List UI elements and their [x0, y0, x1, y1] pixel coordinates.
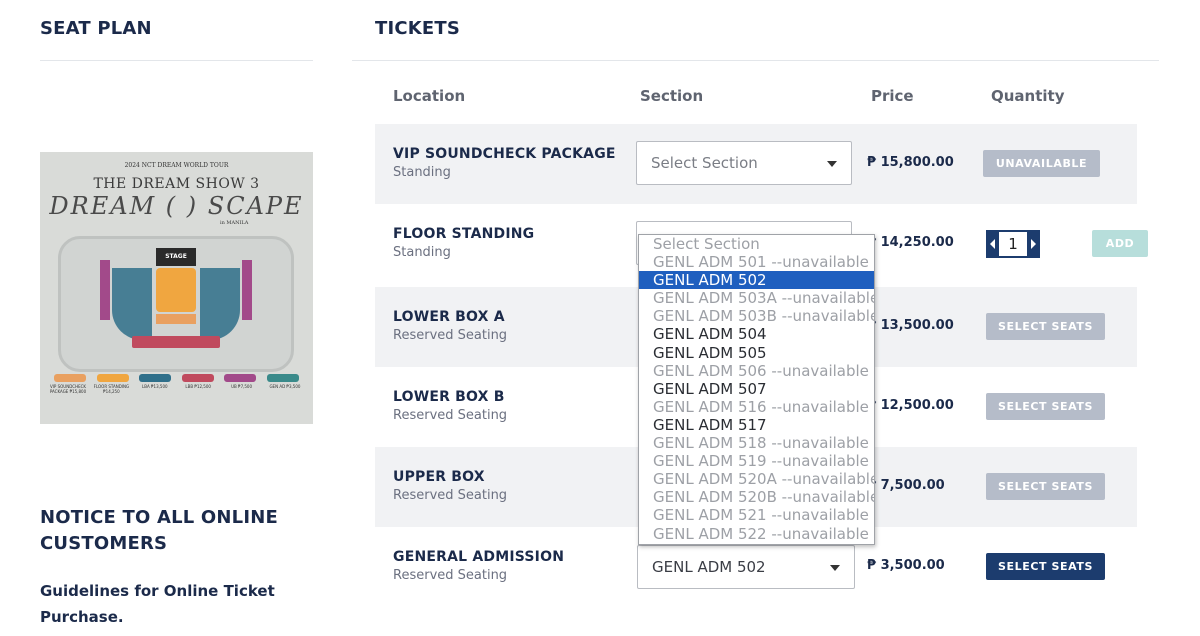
dropdown-option[interactable]: GENL ADM 504	[639, 325, 874, 343]
increment-arrow-icon[interactable]	[1027, 232, 1038, 256]
dropdown-option[interactable]: GENL ADM 520A --unavailable	[639, 470, 874, 488]
ticket-name: GENERAL ADMISSION	[393, 549, 565, 565]
dropdown-option[interactable]: GENL ADM 507	[639, 380, 874, 398]
legend-chip	[224, 374, 257, 382]
guidelines-link[interactable]: Guidelines for Online Ticket Purchase.	[40, 578, 313, 630]
vip-zone	[156, 314, 196, 324]
poster-city: in MANILA	[220, 220, 249, 226]
dropdown-option[interactable]: GENL ADM 502	[639, 271, 874, 290]
column-header-quantity: Quantity	[991, 87, 1065, 105]
dropdown-option[interactable]: GENL ADM 522 --unavailable	[639, 525, 874, 543]
decrement-arrow-icon[interactable]	[988, 232, 999, 256]
legend-chip	[54, 374, 86, 382]
ticket-price: ₱ 7,500.00	[867, 478, 945, 493]
ticket-type: Standing	[393, 165, 451, 180]
poster-legend	[54, 374, 299, 382]
tickets-divider	[352, 60, 1159, 61]
ticket-type: Reserved Seating	[393, 328, 508, 343]
unavailable-button[interactable]: UNAVAILABLE	[983, 150, 1100, 177]
ticket-name: LOWER BOX A	[393, 309, 505, 325]
lower-box-b-zone	[132, 336, 220, 348]
chevron-down-icon	[830, 565, 840, 571]
select-seats-button[interactable]: SELECT SEATS	[986, 553, 1105, 580]
ticket-type: Reserved Seating	[393, 408, 508, 423]
legend-chip	[181, 374, 214, 382]
dropdown-option[interactable]: GENL ADM 506 --unavailable	[639, 362, 874, 380]
legend-label: LBB ₱12,500	[185, 384, 211, 389]
dropdown-option[interactable]: GENL ADM 521 --unavailable	[639, 506, 874, 524]
legend-label: UB ₱7,500	[231, 384, 253, 389]
ticket-price: ₱ 3,500.00	[867, 558, 945, 573]
stage-zone: STAGE	[156, 248, 196, 266]
section-select-value: GENL ADM 502	[652, 558, 766, 576]
dropdown-option[interactable]: GENL ADM 518 --unavailable	[639, 434, 874, 452]
dropdown-option[interactable]: GENL ADM 505	[639, 344, 874, 362]
floor-standing-zone	[156, 268, 196, 312]
add-button[interactable]: ADD	[1092, 230, 1148, 257]
ticket-name: VIP SOUNDCHECK PACKAGE	[393, 146, 616, 162]
dropdown-option[interactable]: GENL ADM 520B --unavailable	[639, 488, 874, 506]
notice-heading: NOTICE TO ALL ONLINE CUSTOMERS	[40, 507, 278, 554]
upper-box-right-zone	[242, 260, 252, 320]
upper-box-left-zone	[100, 260, 110, 320]
section-select[interactable]: Select Section	[636, 141, 852, 185]
ticket-type: Standing	[393, 245, 451, 260]
seat-plan-image[interactable]: 2024 NCT DREAM WORLD TOUR THE DREAM SHOW…	[40, 152, 313, 424]
column-header-section: Section	[640, 87, 704, 105]
dropdown-option[interactable]: GENL ADM 503A --unavailable	[639, 289, 874, 307]
ticket-type: Reserved Seating	[393, 568, 508, 583]
legend-chip	[139, 374, 172, 382]
column-header-location: Location	[393, 87, 466, 105]
dropdown-option[interactable]: GENL ADM 517	[639, 416, 874, 434]
ticket-name: LOWER BOX B	[393, 389, 505, 405]
legend-label: LBA ₱13,500	[142, 384, 168, 389]
quantity-stepper[interactable]: 1	[986, 230, 1040, 258]
ticket-price: ₱ 12,500.00	[867, 398, 954, 413]
ticket-name: FLOOR STANDING	[393, 226, 535, 242]
tickets-heading: TICKETS	[375, 18, 461, 39]
select-seats-button[interactable]: SELECT SEATS	[986, 473, 1105, 500]
poster-tour-line: 2024 NCT DREAM WORLD TOUR	[124, 162, 229, 169]
dropdown-option[interactable]: Select Section	[639, 235, 874, 253]
ticket-price: ₱ 15,800.00	[867, 155, 954, 170]
section-select[interactable]: GENL ADM 502	[637, 545, 855, 589]
legend-chip	[96, 374, 129, 382]
column-header-price: Price	[871, 87, 914, 105]
dropdown-option[interactable]: GENL ADM 503B --unavailable	[639, 307, 874, 325]
ticket-price: ₱ 13,500.00	[867, 318, 954, 333]
section-dropdown-list[interactable]: Select Section GENL ADM 501 --unavailabl…	[638, 234, 875, 545]
ticket-row-vip-soundcheck: VIP SOUNDCHECK PACKAGE Standing Select S…	[375, 124, 1137, 204]
dropdown-option[interactable]: GENL ADM 501 --unavailable	[639, 253, 874, 271]
poster-title-line2: DREAM ( ) SCAPE	[49, 192, 304, 220]
section-select-value: Select Section	[651, 154, 758, 172]
legend-chip	[266, 374, 299, 382]
lower-box-a-left-zone	[112, 268, 152, 340]
select-seats-button[interactable]: SELECT SEATS	[986, 393, 1105, 420]
seat-plan-divider	[40, 60, 313, 61]
quantity-value[interactable]: 1	[999, 235, 1027, 253]
dropdown-option[interactable]: GENL ADM 519 --unavailable	[639, 452, 874, 470]
seat-plan-heading: SEAT PLAN	[40, 18, 152, 39]
ticket-name: UPPER BOX	[393, 469, 485, 485]
ticket-type: Reserved Seating	[393, 488, 508, 503]
poster-title-line1: THE DREAM SHOW 3	[93, 176, 260, 192]
ticket-price: ₱ 14,250.00	[867, 235, 954, 250]
legend-label: FLOOR STANDING ₱14,250	[93, 384, 130, 394]
legend-label: GEN AD ₱3,500	[269, 384, 301, 389]
poster-legend-labels: VIP SOUNDCHECK PACKAGE ₱15,800 FLOOR STA…	[48, 384, 305, 394]
dropdown-option[interactable]: GENL ADM 516 --unavailable	[639, 398, 874, 416]
legend-label: VIP SOUNDCHECK PACKAGE ₱15,800	[49, 384, 87, 394]
select-seats-button[interactable]: SELECT SEATS	[986, 313, 1105, 340]
chevron-down-icon	[827, 161, 837, 167]
